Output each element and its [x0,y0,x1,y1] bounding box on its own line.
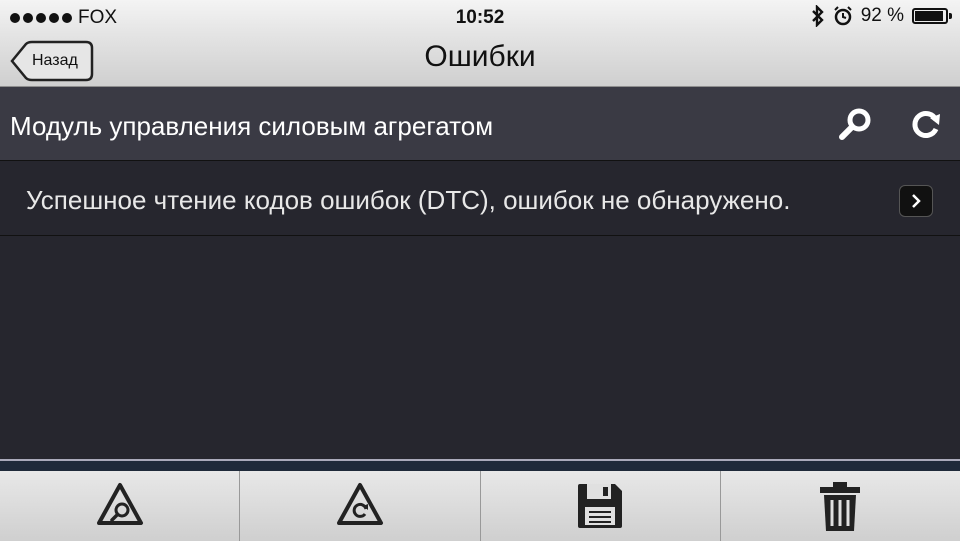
battery-percent: 92 % [860,5,904,26]
alarm-icon [833,6,852,26]
list-item[interactable]: Успешное чтение кодов ошибок (DTC), ошиб… [0,161,960,236]
status-right: 92 % [811,5,952,27]
warning-refresh-icon [336,483,383,525]
trash-icon [820,482,861,531]
disclosure-button[interactable] [899,185,933,217]
toolbar-button-refresh[interactable] [240,471,481,541]
toolbar-divider [0,459,960,471]
module-title: Модуль управления силовым агрегатом [10,111,494,141]
dtc-result-text: Успешное чтение кодов ошибок (DTC), ошиб… [26,185,791,215]
battery-icon [912,8,952,24]
bottom-toolbar [0,471,960,541]
save-icon [578,484,623,528]
refresh-icon[interactable] [908,106,944,142]
status-bar: FOX 10:52 92 % [0,0,960,34]
module-header: Модуль управления силовым агрегатом [0,87,960,161]
toolbar-button-scan[interactable] [0,471,241,541]
toolbar-button-save[interactable] [481,471,721,541]
navigation-bar: FOX 10:52 92 % Назад Ошибки [0,0,960,87]
warning-search-icon [96,483,143,525]
page-title: Ошибки [424,40,536,73]
battery-level [915,11,943,21]
toolbar-button-delete[interactable] [721,471,960,541]
chevron-right-icon [912,194,921,208]
bluetooth-icon [811,5,824,27]
search-icon[interactable] [838,106,874,142]
